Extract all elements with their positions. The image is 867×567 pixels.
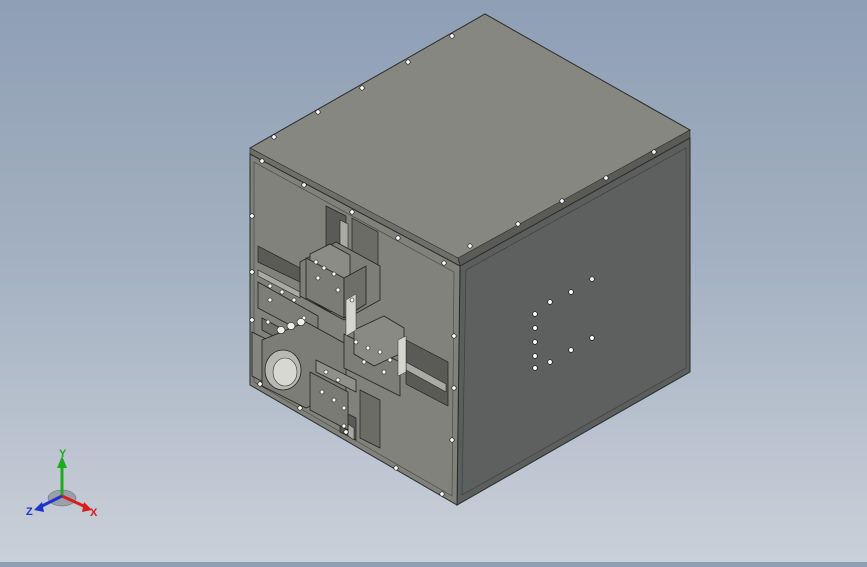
model-view[interactable] [0,0,867,562]
z-axis-arrow [34,502,44,512]
y-axis-label: Y [59,448,67,460]
z-axis-label: Z [26,506,33,518]
graphics-viewport[interactable] [0,0,867,562]
reference-triad: Y X Z [22,446,112,526]
x-axis-label: X [90,507,98,519]
triad-graphic: Y X Z [26,448,98,519]
